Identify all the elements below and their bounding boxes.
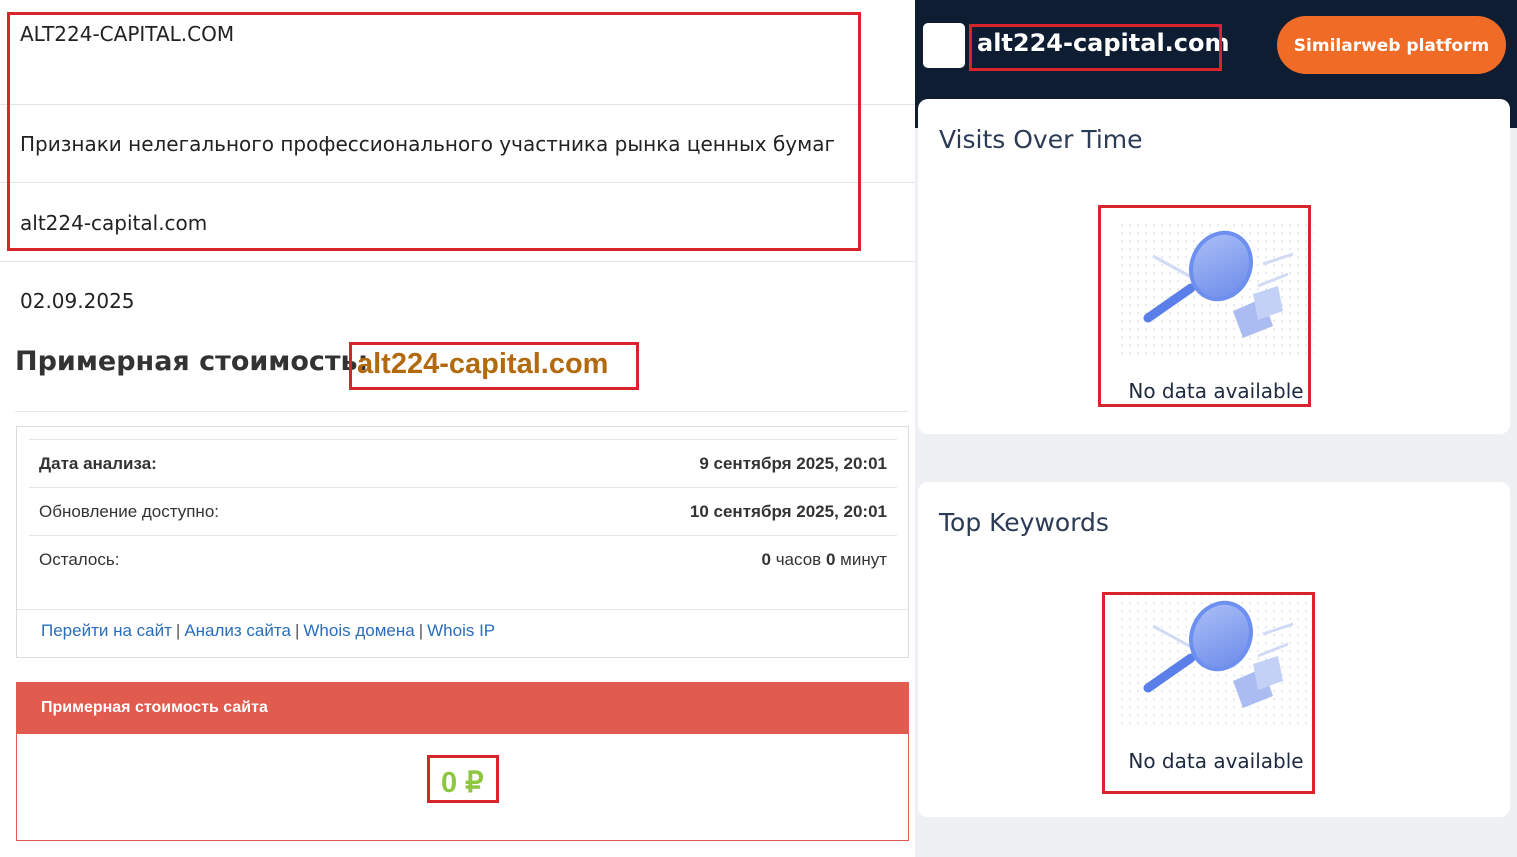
info-label: Обновление доступно:	[39, 502, 220, 521]
registry-description: Признаки нелегального профессионального …	[20, 132, 835, 156]
info-row-update-available: Обновление доступно: 10 сентября 2025, 2…	[29, 487, 897, 535]
info-row-analysis-date: Дата анализа: 9 сентября 2025, 20:01	[29, 439, 897, 487]
link-separator: |	[294, 621, 300, 640]
divider	[15, 411, 908, 412]
site-price-card: Примерная стоимость сайта 0 ₽	[16, 682, 909, 841]
publication-date: 02.09.2025	[20, 289, 135, 313]
link-whois-ip[interactable]: Whois IP	[427, 621, 495, 640]
no-data-text: No data available	[1128, 379, 1304, 403]
site-favicon	[923, 23, 965, 68]
link-go-to-site[interactable]: Перейти на сайт	[41, 621, 172, 640]
price-card-header: Примерная стоимость сайта	[17, 683, 908, 734]
card-title: Top Keywords	[939, 508, 1109, 537]
site-links: Перейти на сайт | Анализ сайта | Whois домен…	[41, 621, 495, 641]
similarweb-panel: alt224-capital.com Similarweb platform V…	[915, 0, 1517, 857]
card-title: Visits Over Time	[939, 125, 1143, 154]
similarweb-site-title: alt224-capital.com	[977, 29, 1230, 57]
estimate-domain: alt224-capital.com	[357, 348, 609, 380]
left-panel: ALT224-CAPITAL.COM Признаки нелегального…	[0, 0, 915, 857]
visits-over-time-card: Visits Over Time No data available	[918, 99, 1510, 434]
links-divider	[17, 609, 908, 610]
info-label: Осталось:	[39, 550, 120, 569]
info-value-remaining: 0 часов 0 минут	[762, 550, 888, 570]
link-whois-domain[interactable]: Whois домена	[303, 621, 414, 640]
registry-site: alt224-capital.com	[20, 211, 208, 235]
no-data-placeholder: No data available	[1113, 586, 1319, 782]
remaining-minutes-unit: минут	[840, 550, 887, 569]
analysis-info-card: Дата анализа: 9 сентября 2025, 20:01 Обн…	[16, 426, 909, 658]
link-separator: |	[418, 621, 424, 640]
registry-description-row: Признаки нелегального профессионального …	[0, 105, 915, 183]
price-card-title: Примерная стоимость сайта	[41, 699, 268, 716]
info-label: Дата анализа:	[39, 454, 157, 473]
estimate-heading: Примерная стоимость:	[15, 346, 369, 377]
magnifier-illustration-icon	[1118, 220, 1314, 360]
link-separator: |	[175, 621, 181, 640]
registry-name: ALT224-CAPITAL.COM	[20, 22, 235, 46]
remaining-minutes: 0	[825, 550, 836, 569]
info-row-remaining: Осталось: 0 часов 0 минут	[29, 535, 897, 583]
magnifier-illustration-icon	[1118, 590, 1314, 730]
remaining-hours-unit: часов	[775, 550, 822, 569]
registry-site-row: alt224-capital.com	[0, 183, 915, 262]
similarweb-platform-button[interactable]: Similarweb platform	[1277, 16, 1506, 74]
registry-name-row: ALT224-CAPITAL.COM	[0, 0, 915, 105]
no-data-text: No data available	[1128, 749, 1304, 773]
link-site-analysis[interactable]: Анализ сайта	[184, 621, 291, 640]
no-data-placeholder: No data available	[1113, 216, 1319, 412]
remaining-hours: 0	[761, 550, 771, 569]
info-value: 9 сентября 2025, 20:01	[699, 454, 887, 473]
price-value: 0 ₽	[441, 767, 484, 799]
top-keywords-card: Top Keywords No data available	[918, 482, 1510, 817]
info-value: 10 сентября 2025, 20:01	[689, 502, 887, 521]
